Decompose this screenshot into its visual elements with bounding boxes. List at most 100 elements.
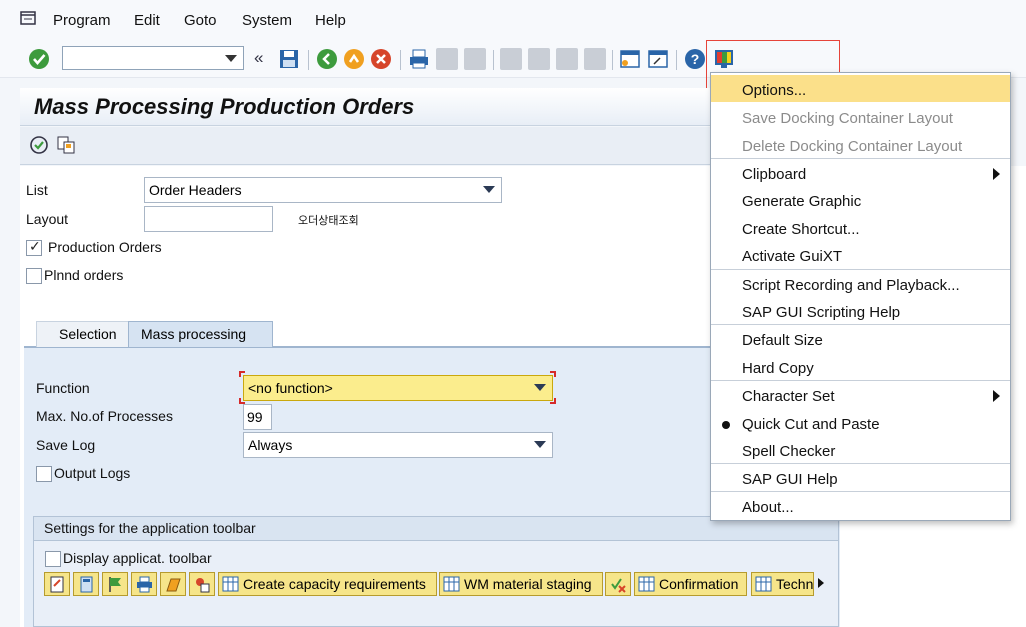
help-icon[interactable]: ?	[684, 48, 706, 70]
program-menu-icon[interactable]	[20, 11, 36, 25]
plnnd-orders-label: Plnnd orders	[44, 267, 124, 283]
techn-button[interactable]: Techn	[751, 572, 814, 596]
new-session-icon[interactable]	[619, 48, 641, 70]
menu-item-character-set[interactable]: Character Set	[711, 381, 1010, 408]
menu-item-label: Save Docking Container Layout	[742, 110, 953, 127]
layout-label: Layout	[26, 211, 69, 227]
menu-item-clipboard[interactable]: Clipboard	[711, 159, 1010, 186]
required-marker	[239, 371, 245, 377]
document-edit-icon	[50, 576, 64, 593]
shortcut-icon[interactable]	[647, 48, 669, 70]
print-icon[interactable]	[408, 48, 430, 70]
back-icon[interactable]	[316, 48, 338, 70]
doc-edit-button[interactable]	[44, 572, 70, 596]
output-logs-label: Output Logs	[54, 465, 131, 481]
menu-item-script-recording[interactable]: Script Recording and Playback...	[711, 270, 1010, 297]
menu-item-activate-guixt[interactable]: Activate GuiXT	[711, 241, 1010, 268]
flag-icon	[109, 577, 121, 592]
layout-menu: Options... Save Docking Container Layout…	[710, 72, 1011, 521]
menu-item-label: Default Size	[742, 332, 823, 349]
menu-item-spell-checker[interactable]: Spell Checker	[711, 436, 1010, 463]
tab-mass-processing[interactable]: Mass processing	[128, 321, 273, 347]
menu-item-options[interactable]: Options...	[711, 75, 1010, 102]
layout-description: 오더상태조회	[298, 215, 359, 227]
save-icon[interactable]	[278, 48, 300, 70]
menu-item-label: SAP GUI Scripting Help	[742, 304, 901, 321]
save-log-label: Save Log	[36, 437, 96, 453]
settings-group-title: Settings for the application toolbar	[44, 520, 256, 536]
print-order-button[interactable]	[131, 572, 157, 596]
grid-icon	[755, 576, 772, 592]
create-capacity-requirements-button[interactable]: Create capacity requirements	[218, 572, 437, 596]
toolbar-separator	[400, 50, 401, 70]
next-page-icon	[556, 48, 578, 70]
menu-item-label: Spell Checker	[742, 443, 836, 460]
display-toolbar-checkbox[interactable]	[45, 551, 61, 567]
menu-help[interactable]: Help	[315, 12, 346, 29]
svg-text:?: ?	[691, 51, 700, 67]
print-icon	[137, 576, 152, 593]
scroll-right-icon[interactable]	[818, 578, 824, 588]
list-value: Order Headers	[149, 182, 242, 198]
enter-icon[interactable]	[28, 48, 50, 70]
list-label: List	[26, 182, 48, 198]
menu-item-sap-gui-help[interactable]: SAP GUI Help	[711, 464, 1010, 491]
chevron-down-icon[interactable]	[534, 384, 546, 391]
menu-item-default-size[interactable]: Default Size	[711, 325, 1010, 352]
menu-item-save-docking-layout: Save Docking Container Layout	[711, 103, 1010, 130]
variant-icon[interactable]	[56, 135, 76, 155]
layout-input[interactable]	[144, 206, 273, 232]
menu-item-label: Clipboard	[742, 166, 807, 183]
submenu-arrow-icon	[993, 390, 1000, 402]
calculator-icon	[80, 576, 93, 593]
collapse-command-icon[interactable]: «	[254, 48, 263, 68]
function-label: Function	[36, 380, 90, 396]
release-icon	[166, 578, 181, 592]
menu-item-scripting-help[interactable]: SAP GUI Scripting Help	[711, 297, 1010, 324]
max-processes-input[interactable]: 99	[243, 404, 272, 430]
production-orders-label: Production Orders	[48, 239, 162, 255]
release-button[interactable]	[160, 572, 186, 596]
calculator-button[interactable]	[73, 572, 99, 596]
menu-item-label: Create Shortcut...	[742, 221, 860, 238]
command-field[interactable]	[62, 46, 244, 70]
menu-item-label: Options...	[742, 82, 807, 99]
menu-edit[interactable]: Edit	[134, 12, 160, 29]
production-orders-checkbox[interactable]	[26, 238, 42, 256]
confirmation-button[interactable]: Confirmation	[634, 572, 747, 596]
menu-item-label: Hard Copy	[742, 360, 814, 377]
cancel-icon[interactable]	[370, 48, 392, 70]
tools-icon	[196, 578, 210, 593]
menu-item-generate-graphic[interactable]: Generate Graphic	[711, 186, 1010, 213]
function-select[interactable]: <no function>	[243, 375, 553, 401]
chevron-down-icon[interactable]	[225, 55, 237, 62]
tab-selection[interactable]: Selection	[36, 321, 131, 347]
output-logs-checkbox[interactable]	[36, 466, 52, 482]
chevron-down-icon[interactable]	[483, 186, 495, 193]
settings-button[interactable]	[189, 572, 215, 596]
menu-goto[interactable]: Goto	[184, 12, 217, 29]
menu-item-hard-copy[interactable]: Hard Copy	[711, 353, 1010, 380]
submenu-arrow-icon	[993, 168, 1000, 180]
menu-system[interactable]: System	[242, 12, 292, 29]
plnnd-orders-checkbox[interactable]	[26, 268, 42, 284]
menu-item-about[interactable]: About...	[711, 492, 1010, 519]
menu-item-delete-docking-layout: Delete Docking Container Layout	[711, 131, 1010, 158]
menu-item-create-shortcut[interactable]: Create Shortcut...	[711, 214, 1010, 241]
radio-bullet-icon	[722, 421, 730, 429]
flag-button[interactable]	[102, 572, 128, 596]
wm-material-staging-button[interactable]: WM material staging	[439, 572, 603, 596]
toolbar-separator	[676, 50, 677, 70]
menu-program[interactable]: Program	[53, 12, 111, 29]
execute-icon[interactable]	[29, 135, 49, 155]
cancel-confirmation-button[interactable]	[605, 572, 631, 596]
menu-item-quick-cut-paste[interactable]: Quick Cut and Paste	[711, 409, 1010, 436]
save-log-select[interactable]: Always	[243, 432, 553, 458]
list-select[interactable]: Order Headers	[144, 177, 502, 203]
chevron-down-icon[interactable]	[534, 441, 546, 448]
grid-icon	[222, 576, 239, 592]
menu-item-label: Quick Cut and Paste	[742, 416, 880, 433]
exit-icon[interactable]	[343, 48, 365, 70]
menu-item-label: Activate GuiXT	[742, 248, 843, 265]
title-bar: Mass Processing Production Orders	[20, 88, 740, 126]
